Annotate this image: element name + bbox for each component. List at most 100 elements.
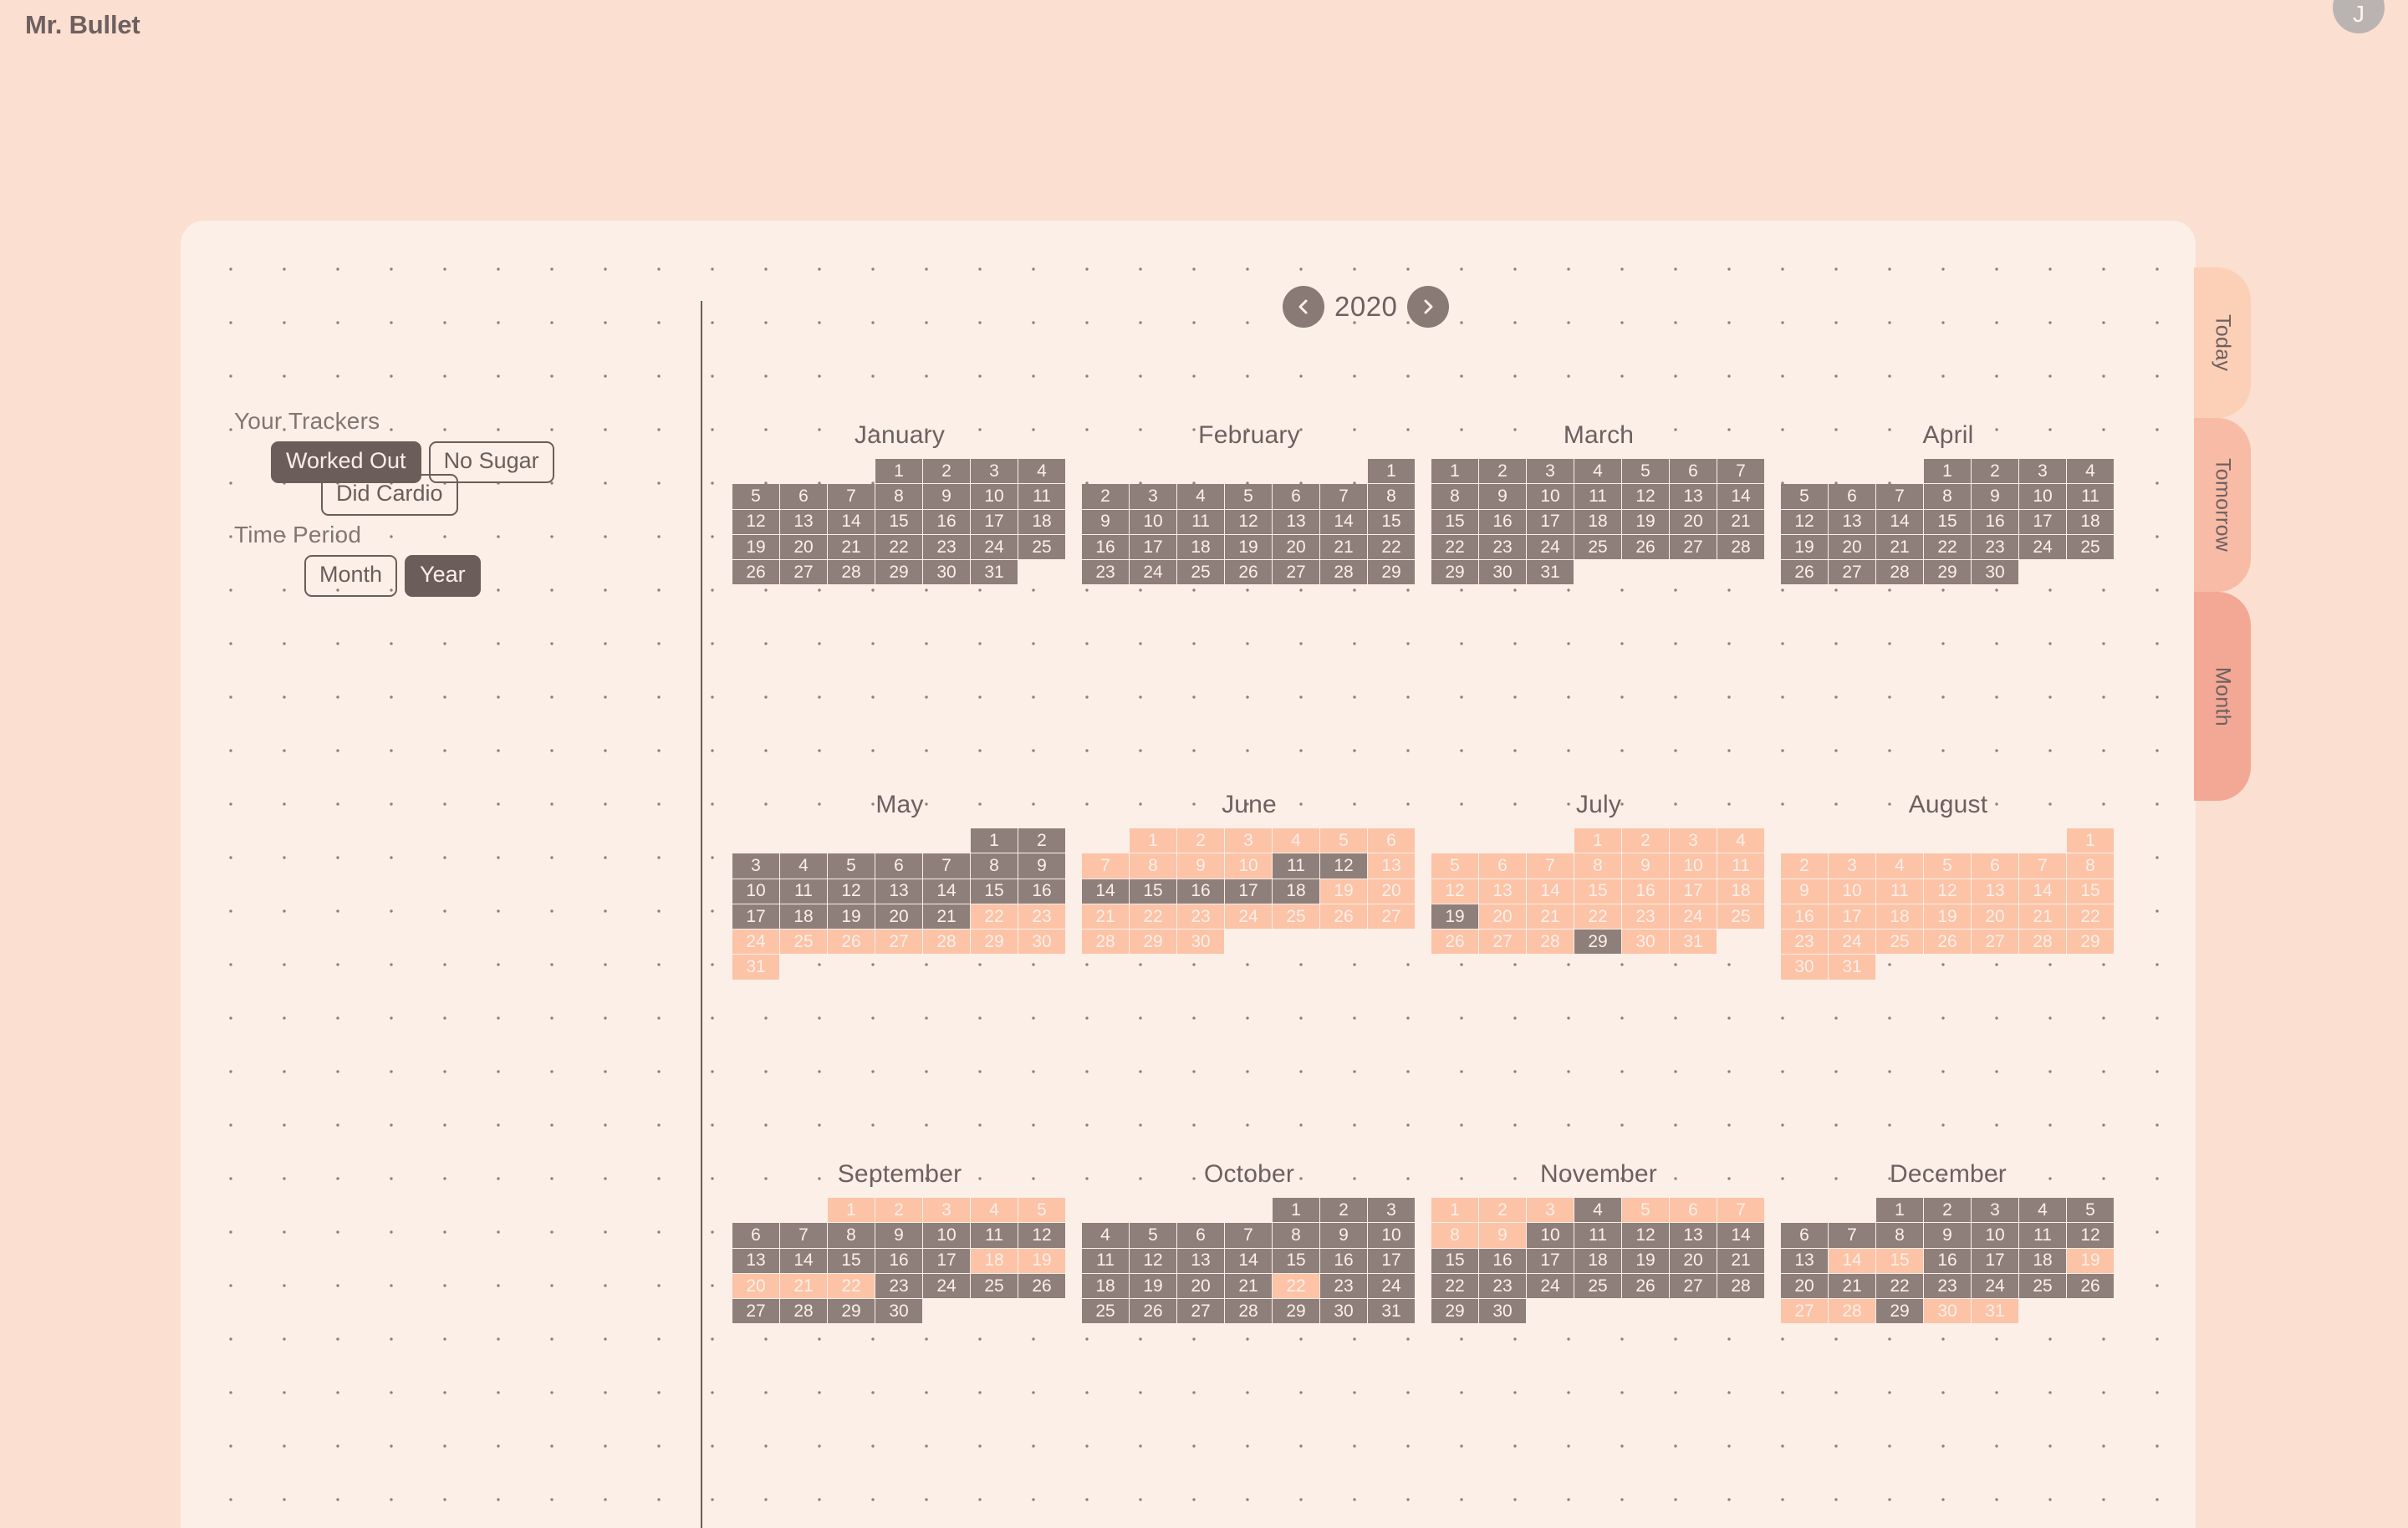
day-cell[interactable]: 25	[1273, 904, 1320, 930]
day-cell[interactable]: 28	[1225, 1299, 1273, 1325]
day-cell[interactable]: 28	[1717, 534, 1765, 561]
day-cell[interactable]: 11	[1177, 509, 1225, 535]
day-cell[interactable]: 5	[828, 853, 875, 879]
day-cell[interactable]: 20	[1781, 1273, 1829, 1300]
day-cell[interactable]: 25	[1717, 904, 1765, 930]
day-cell[interactable]: 29	[1130, 930, 1177, 955]
day-cell[interactable]: 10	[1368, 1223, 1416, 1249]
day-cell[interactable]: 30	[1320, 1299, 1368, 1325]
day-cell[interactable]: 23	[923, 534, 971, 561]
day-cell[interactable]: 28	[1527, 930, 1574, 955]
day-cell[interactable]: 14	[780, 1248, 828, 1274]
day-cell[interactable]: 29	[1368, 560, 1416, 586]
day-cell[interactable]: 27	[875, 930, 923, 955]
side-tab-today[interactable]: Today	[2194, 267, 2251, 418]
day-cell[interactable]: 2	[1622, 828, 1670, 854]
day-cell[interactable]: 29	[1431, 560, 1479, 586]
day-cell[interactable]: 8	[1876, 1223, 1924, 1249]
day-cell[interactable]: 19	[1320, 879, 1368, 904]
day-cell[interactable]: 4	[971, 1198, 1018, 1224]
day-cell[interactable]: 9	[875, 1223, 923, 1249]
day-cell[interactable]: 30	[1479, 560, 1527, 586]
day-cell[interactable]: 17	[1972, 1248, 2019, 1274]
day-cell[interactable]: 13	[1972, 879, 2019, 904]
day-cell[interactable]: 29	[1431, 1299, 1479, 1325]
day-cell[interactable]: 22	[2067, 904, 2115, 930]
day-cell[interactable]: 7	[1082, 853, 1130, 879]
day-cell[interactable]: 26	[2067, 1273, 2115, 1300]
day-cell[interactable]: 24	[1527, 534, 1574, 561]
day-cell[interactable]: 1	[2067, 828, 2115, 854]
day-cell[interactable]: 2	[1479, 459, 1527, 485]
day-cell[interactable]: 4	[1177, 484, 1225, 510]
day-cell[interactable]: 29	[1876, 1299, 1924, 1325]
day-cell[interactable]: 25	[971, 1273, 1018, 1300]
day-cell[interactable]: 24	[1368, 1273, 1416, 1300]
day-cell[interactable]: 18	[1177, 534, 1225, 561]
day-cell[interactable]: 25	[2019, 1273, 2067, 1300]
side-tab-month[interactable]: Month	[2194, 592, 2251, 801]
day-cell[interactable]: 20	[1670, 1248, 1717, 1274]
day-cell[interactable]: 8	[1368, 484, 1416, 510]
day-cell[interactable]: 9	[1781, 879, 1829, 904]
day-cell[interactable]: 2	[1479, 1198, 1527, 1224]
day-cell[interactable]: 10	[1527, 1223, 1574, 1249]
day-cell[interactable]: 24	[1225, 904, 1273, 930]
day-cell[interactable]: 7	[1527, 853, 1574, 879]
day-cell[interactable]: 22	[1876, 1273, 1924, 1300]
day-cell[interactable]: 14	[1225, 1248, 1273, 1274]
day-cell[interactable]: 9	[1479, 1223, 1527, 1249]
day-cell[interactable]: 2	[1781, 853, 1829, 879]
day-cell[interactable]: 6	[1273, 484, 1320, 510]
day-cell[interactable]: 9	[1972, 484, 2019, 510]
day-cell[interactable]: 27	[1670, 534, 1717, 561]
day-cell[interactable]: 29	[971, 930, 1018, 955]
day-cell[interactable]: 3	[1829, 853, 1876, 879]
day-cell[interactable]: 17	[1527, 1248, 1574, 1274]
day-cell[interactable]: 14	[1527, 879, 1574, 904]
day-cell[interactable]: 1	[1431, 459, 1479, 485]
day-cell[interactable]: 30	[1622, 930, 1670, 955]
day-cell[interactable]: 11	[2019, 1223, 2067, 1249]
day-cell[interactable]: 1	[1924, 459, 1972, 485]
day-cell[interactable]: 19	[1225, 534, 1273, 561]
day-cell[interactable]: 28	[780, 1299, 828, 1325]
day-cell[interactable]: 8	[1273, 1223, 1320, 1249]
day-cell[interactable]: 27	[1177, 1299, 1225, 1325]
day-cell[interactable]: 28	[1876, 560, 1924, 586]
day-cell[interactable]: 24	[971, 534, 1018, 561]
day-cell[interactable]: 16	[1479, 509, 1527, 535]
day-cell[interactable]: 25	[1876, 930, 1924, 955]
side-tab-tomorrow[interactable]: Tomorrow	[2194, 418, 2251, 592]
day-cell[interactable]: 1	[971, 828, 1018, 854]
day-cell[interactable]: 11	[1876, 879, 1924, 904]
day-cell[interactable]: 8	[971, 853, 1018, 879]
day-cell[interactable]: 12	[732, 509, 780, 535]
day-cell[interactable]: 11	[1273, 853, 1320, 879]
day-cell[interactable]: 11	[1574, 1223, 1622, 1249]
day-cell[interactable]: 13	[732, 1248, 780, 1274]
day-cell[interactable]: 19	[2067, 1248, 2115, 1274]
day-cell[interactable]: 21	[1320, 534, 1368, 561]
day-cell[interactable]: 22	[1130, 904, 1177, 930]
day-cell[interactable]: 18	[1574, 509, 1622, 535]
day-cell[interactable]: 28	[923, 930, 971, 955]
day-cell[interactable]: 2	[1082, 484, 1130, 510]
day-cell[interactable]: 2	[1972, 459, 2019, 485]
day-cell[interactable]: 7	[2019, 853, 2067, 879]
day-cell[interactable]: 15	[828, 1248, 875, 1274]
day-cell[interactable]: 18	[971, 1248, 1018, 1274]
day-cell[interactable]: 29	[2067, 930, 2115, 955]
day-cell[interactable]: 19	[1622, 509, 1670, 535]
day-cell[interactable]: 4	[2019, 1198, 2067, 1224]
day-cell[interactable]: 12	[1431, 879, 1479, 904]
day-cell[interactable]: 11	[1018, 484, 1066, 510]
day-cell[interactable]: 22	[1574, 904, 1622, 930]
day-cell[interactable]: 20	[1829, 534, 1876, 561]
day-cell[interactable]: 19	[828, 904, 875, 930]
day-cell[interactable]: 12	[1320, 853, 1368, 879]
day-cell[interactable]: 17	[1829, 904, 1876, 930]
day-cell[interactable]: 23	[1479, 534, 1527, 561]
day-cell[interactable]: 27	[1829, 560, 1876, 586]
day-cell[interactable]: 30	[1924, 1299, 1972, 1325]
